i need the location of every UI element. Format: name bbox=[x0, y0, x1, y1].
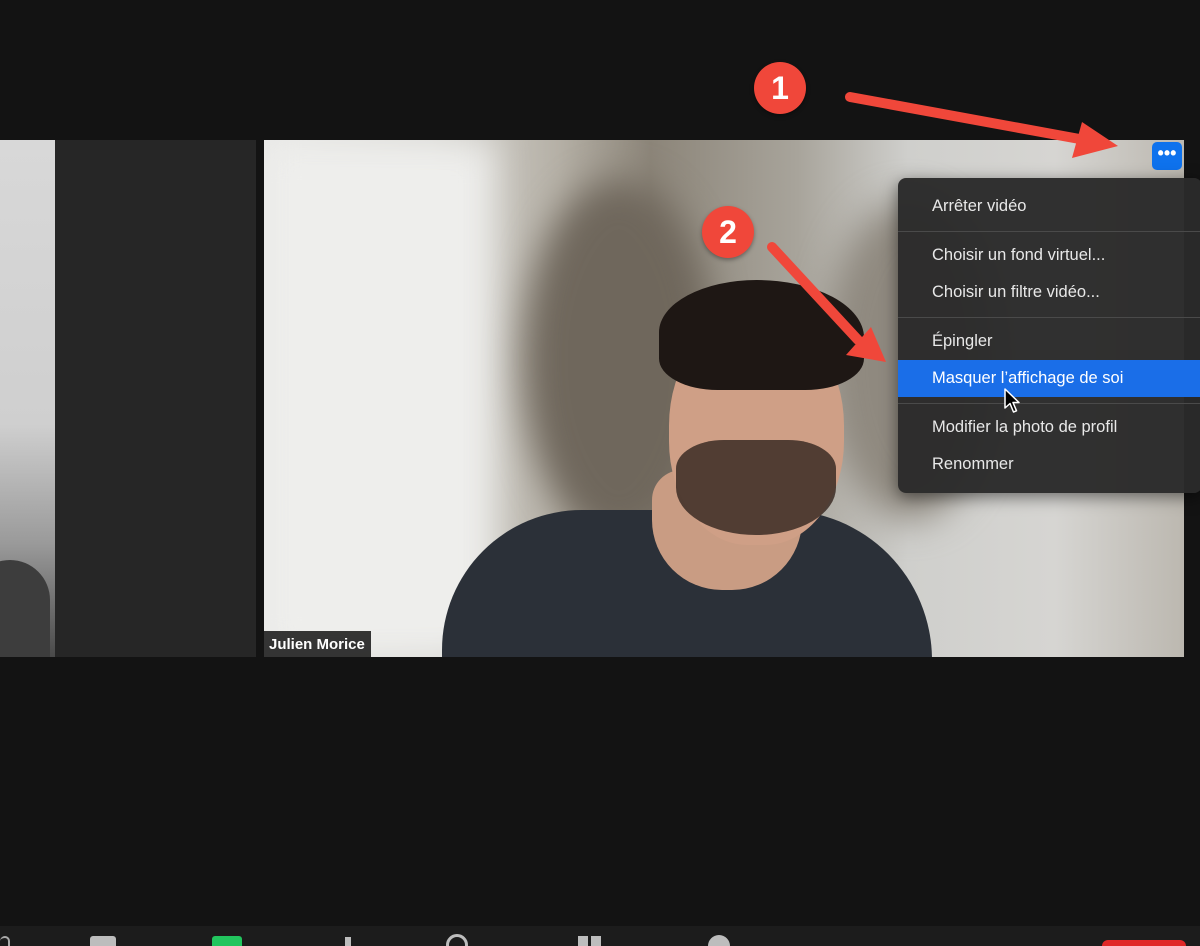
video-icon[interactable] bbox=[90, 936, 116, 946]
mouse-cursor-icon bbox=[1004, 388, 1020, 413]
person-beard bbox=[676, 440, 836, 535]
background-wall bbox=[264, 140, 494, 657]
menu-separator bbox=[898, 231, 1200, 232]
participant-name-label: Julien Morice bbox=[264, 631, 371, 657]
meeting-window: Julien Morice ••• Arrêter vidéo Choisir … bbox=[0, 0, 1200, 946]
menu-item-rename[interactable]: Renommer bbox=[898, 446, 1200, 483]
menu-separator bbox=[898, 403, 1200, 404]
meeting-toolbar bbox=[0, 926, 1200, 946]
person-hair bbox=[659, 280, 864, 390]
menu-item-edit-profile-picture[interactable]: Modifier la photo de profil bbox=[898, 409, 1200, 446]
participant-video-left bbox=[0, 140, 55, 657]
audio-icon[interactable] bbox=[0, 936, 10, 946]
menu-item-hide-self-view[interactable]: Masquer l’affichage de soi bbox=[898, 360, 1200, 397]
reactions-icon[interactable] bbox=[708, 935, 730, 946]
menu-item-video-filter[interactable]: Choisir un filtre vidéo... bbox=[898, 274, 1200, 311]
participant-video-tile-left[interactable] bbox=[0, 140, 256, 657]
record-icon[interactable] bbox=[446, 934, 468, 946]
annotation-badge-1: 1 bbox=[754, 62, 806, 114]
security-icon[interactable] bbox=[212, 936, 242, 946]
menu-item-stop-video[interactable]: Arrêter vidéo bbox=[898, 188, 1200, 225]
apps-icon[interactable] bbox=[578, 936, 588, 946]
participants-icon[interactable] bbox=[345, 937, 351, 946]
menu-separator bbox=[898, 317, 1200, 318]
more-options-button[interactable]: ••• bbox=[1152, 142, 1182, 170]
more-dots-icon: ••• bbox=[1157, 142, 1177, 163]
annotation-badge-2: 2 bbox=[702, 206, 754, 258]
end-button[interactable] bbox=[1102, 940, 1186, 946]
menu-item-pin[interactable]: Épingler bbox=[898, 323, 1200, 360]
menu-item-virtual-background[interactable]: Choisir un fond virtuel... bbox=[898, 237, 1200, 274]
video-context-menu: Arrêter vidéo Choisir un fond virtuel...… bbox=[898, 178, 1200, 493]
